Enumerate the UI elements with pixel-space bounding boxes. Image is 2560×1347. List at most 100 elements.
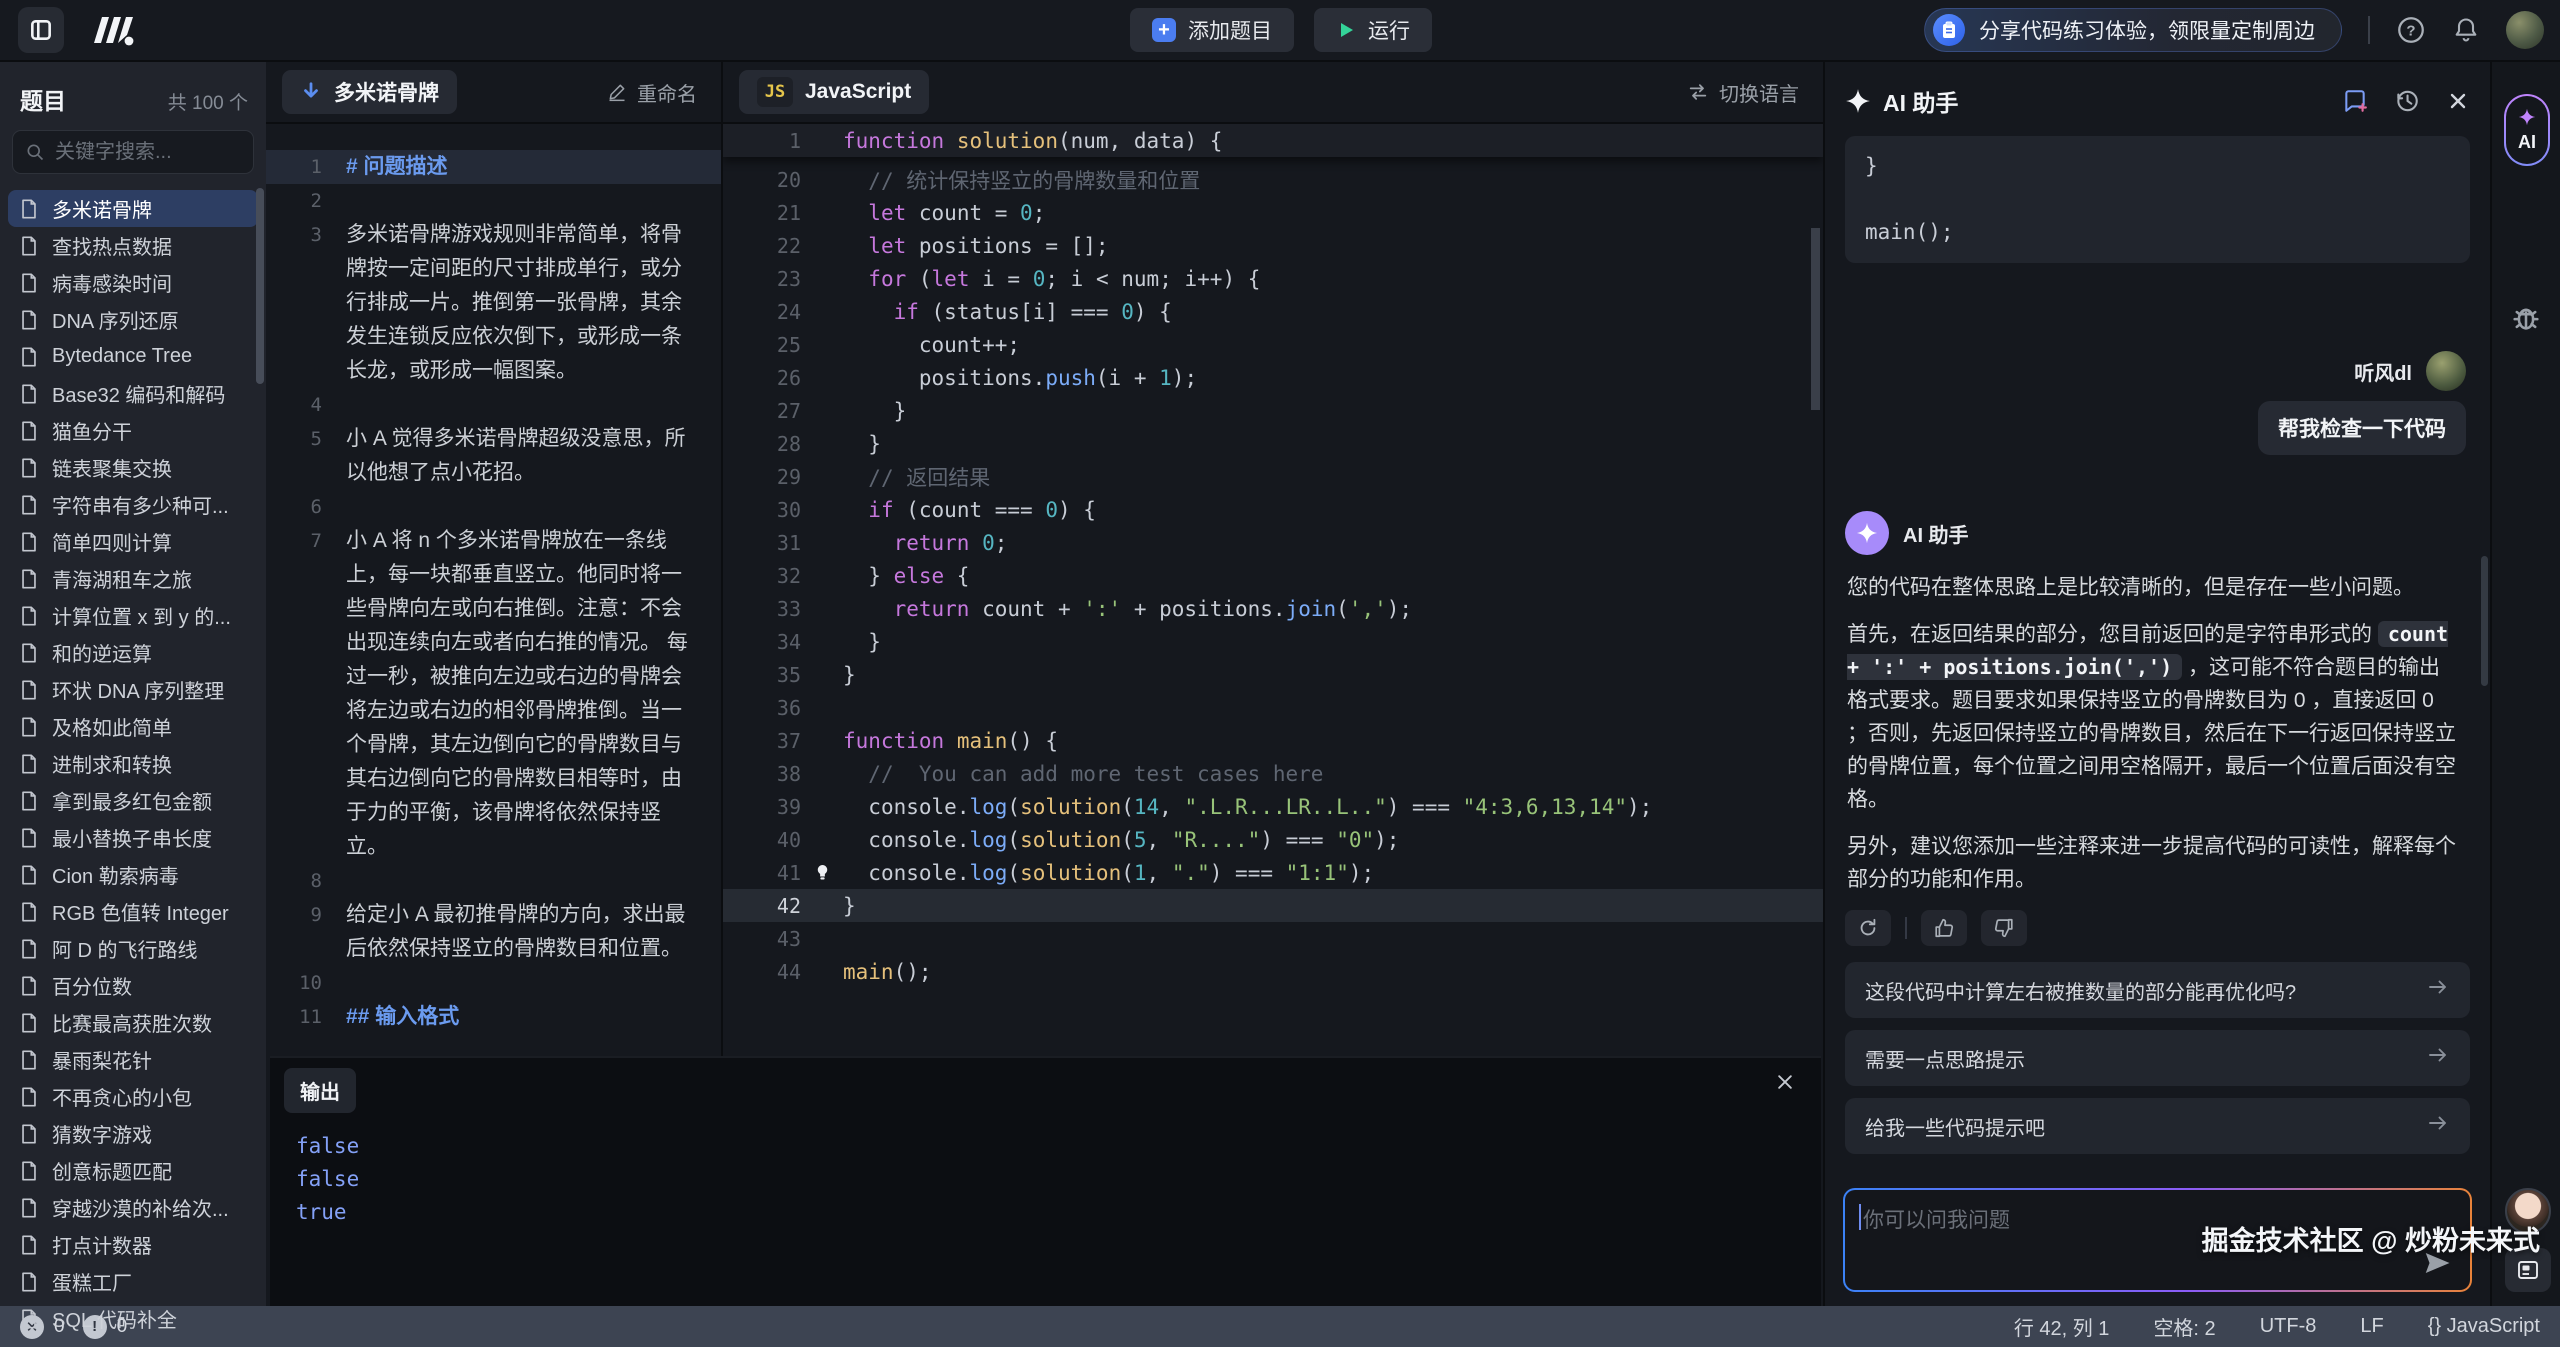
- sidebar-item[interactable]: 链表聚集交换: [8, 449, 258, 486]
- sidebar-item[interactable]: 猫鱼分干: [8, 412, 258, 449]
- debug-button[interactable]: [2509, 300, 2543, 339]
- sidebar-item[interactable]: 创意标题匹配: [8, 1152, 258, 1189]
- description-line[interactable]: 7小 A 将 n 个多米诺骨牌放在一条线上，每一块都垂直竖立。他同时将一些骨牌向…: [266, 524, 721, 864]
- sidebar-item[interactable]: 环状 DNA 序列整理: [8, 671, 258, 708]
- code-line[interactable]: 21 let count = 0;: [723, 196, 1823, 229]
- code-line[interactable]: 39 console.log(solution(14, ".L.R...LR..…: [723, 790, 1823, 823]
- add-problem-button[interactable]: + 添加题目: [1130, 8, 1294, 52]
- description-line[interactable]: 10: [266, 966, 721, 1000]
- code-line[interactable]: 33 return count + ':' + positions.join('…: [723, 592, 1823, 625]
- sidebar-toggle-icon[interactable]: [18, 7, 64, 53]
- output-close-icon[interactable]: [1775, 1072, 1795, 1097]
- suggestion-chip[interactable]: 给我一些代码提示吧: [1845, 1098, 2470, 1154]
- sidebar-item[interactable]: 暴雨梨花针: [8, 1041, 258, 1078]
- search-box[interactable]: [12, 130, 254, 174]
- sidebar-item[interactable]: 比赛最高获胜次数: [8, 1004, 258, 1041]
- sidebar-item[interactable]: 查找热点数据: [8, 227, 258, 264]
- close-icon[interactable]: [2446, 89, 2470, 113]
- sidebar-item[interactable]: SQL 代码补全: [8, 1300, 258, 1337]
- description-line[interactable]: 2: [266, 184, 721, 218]
- language-tab[interactable]: JS JavaScript: [739, 70, 929, 114]
- description-line[interactable]: 8: [266, 864, 721, 898]
- code-line[interactable]: 41 console.log(solution(1, ".") === "1:1…: [723, 856, 1823, 889]
- help-icon[interactable]: ?: [2396, 15, 2426, 45]
- new-chat-icon[interactable]: [2342, 88, 2368, 114]
- code-line[interactable]: 23 for (let i = 0; i < num; i++) {: [723, 262, 1823, 295]
- code-line[interactable]: 20 // 统计保持竖立的骨牌数量和位置: [723, 163, 1823, 196]
- rename-button[interactable]: 重命名: [607, 78, 697, 107]
- ai-toggle-button[interactable]: AI: [2504, 94, 2550, 166]
- sidebar-item[interactable]: 猜数字游戏: [8, 1115, 258, 1152]
- sidebar-item[interactable]: Base32 编码和解码: [8, 375, 258, 412]
- code-line[interactable]: 40 console.log(solution(5, "R....") === …: [723, 823, 1823, 856]
- sidebar-item[interactable]: Cion 勒索病毒: [8, 856, 258, 893]
- code-line[interactable]: 31 return 0;: [723, 526, 1823, 559]
- sidebar-item[interactable]: 拿到最多红包金额: [8, 782, 258, 819]
- sticky-code-line[interactable]: 1function solution(num, data) {: [723, 124, 1823, 157]
- sidebar-item[interactable]: 青海湖租车之旅: [8, 560, 258, 597]
- sidebar-item[interactable]: 字符串有多少种可...: [8, 486, 258, 523]
- sidebar-item[interactable]: 最小替换子串长度: [8, 819, 258, 856]
- code-line[interactable]: 22 let positions = [];: [723, 229, 1823, 262]
- code-line[interactable]: 37function main() {: [723, 724, 1823, 757]
- code-line[interactable]: 24 if (status[i] === 0) {: [723, 295, 1823, 328]
- description-line[interactable]: 4: [266, 388, 721, 422]
- thumbs-up-button[interactable]: [1921, 910, 1967, 946]
- sidebar-item[interactable]: 百分位数: [8, 967, 258, 1004]
- bell-icon[interactable]: [2452, 15, 2480, 45]
- switch-language-button[interactable]: 切换语言: [1687, 78, 1799, 107]
- regenerate-button[interactable]: [1845, 910, 1891, 946]
- lightbulb-icon[interactable]: [813, 863, 832, 882]
- suggestion-chip[interactable]: 需要一点思路提示: [1845, 1030, 2470, 1086]
- status-item[interactable]: 行 42, 列 1: [2014, 1312, 2110, 1341]
- status-item[interactable]: UTF-8: [2260, 1315, 2317, 1338]
- sidebar-item[interactable]: 进制求和转换: [8, 745, 258, 782]
- code-line[interactable]: 27 }: [723, 394, 1823, 427]
- user-avatar[interactable]: [2506, 11, 2544, 49]
- editor-scrollbar[interactable]: [1811, 228, 1820, 410]
- sidebar-item[interactable]: 打点计数器: [8, 1226, 258, 1263]
- code-line[interactable]: 29 // 返回结果: [723, 460, 1823, 493]
- sidebar-item[interactable]: 不再贪心的小包: [8, 1078, 258, 1115]
- code-line[interactable]: 42}: [723, 889, 1823, 922]
- sidebar-item[interactable]: Bytedance Tree: [8, 338, 258, 375]
- description-line[interactable]: 11## 输入格式: [266, 1000, 721, 1034]
- sidebar-item[interactable]: 及格如此简单: [8, 708, 258, 745]
- sidebar-item[interactable]: DNA 序列还原: [8, 301, 258, 338]
- search-input[interactable]: [55, 141, 235, 164]
- code-line[interactable]: 38 // You can add more test cases here: [723, 757, 1823, 790]
- problem-tab[interactable]: 多米诺骨牌: [282, 70, 457, 114]
- code-line[interactable]: 30 if (count === 0) {: [723, 493, 1823, 526]
- code-line[interactable]: 43: [723, 922, 1823, 955]
- code-line[interactable]: 44main();: [723, 955, 1823, 988]
- status-item[interactable]: 空格: 2: [2153, 1312, 2215, 1341]
- description-line[interactable]: 9给定小 A 最初推骨牌的方向，求出最后依然保持竖立的骨牌数目和位置。: [266, 898, 721, 966]
- description-line[interactable]: 3多米诺骨牌游戏规则非常简单，将骨牌按一定间距的尺寸排成单行，或分行排成一片。推…: [266, 218, 721, 388]
- promo-banner[interactable]: 分享代码练习体验，领限量定制周边: [1924, 8, 2342, 52]
- history-icon[interactable]: [2394, 88, 2420, 114]
- run-button[interactable]: 运行: [1314, 8, 1432, 52]
- description-line[interactable]: 1# 问题描述: [266, 150, 721, 184]
- code-line[interactable]: 26 positions.push(i + 1);: [723, 361, 1823, 394]
- code-line[interactable]: 36: [723, 691, 1823, 724]
- sidebar-item[interactable]: 阿 D 的飞行路线: [8, 930, 258, 967]
- sidebar-item[interactable]: 多米诺骨牌: [8, 190, 258, 227]
- description-line[interactable]: 6: [266, 490, 721, 524]
- thumbs-down-button[interactable]: [1981, 910, 2027, 946]
- code-line[interactable]: 28 }: [723, 427, 1823, 460]
- sidebar-item[interactable]: 蛋糕工厂: [8, 1263, 258, 1300]
- code-line[interactable]: 34 }: [723, 625, 1823, 658]
- code-line[interactable]: 25 count++;: [723, 328, 1823, 361]
- description-line[interactable]: 5小 A 觉得多米诺骨牌超级没意思，所以他想了点小花招。: [266, 422, 721, 490]
- marscode-logo-icon[interactable]: [86, 13, 138, 47]
- suggestion-chip[interactable]: 这段代码中计算左右被推数量的部分能再优化吗?: [1845, 962, 2470, 1018]
- code-line[interactable]: 32 } else {: [723, 559, 1823, 592]
- sidebar-item[interactable]: 病毒感染时间: [8, 264, 258, 301]
- status-item[interactable]: LF: [2360, 1315, 2383, 1338]
- sidebar-item[interactable]: RGB 色值转 Integer: [8, 893, 258, 930]
- status-item[interactable]: {} JavaScript: [2428, 1315, 2540, 1338]
- output-tab[interactable]: 输出: [284, 1068, 356, 1113]
- sidebar-item[interactable]: 简单四则计算: [8, 523, 258, 560]
- sidebar-scrollbar[interactable]: [256, 188, 264, 384]
- ai-panel-scrollbar[interactable]: [2481, 556, 2488, 686]
